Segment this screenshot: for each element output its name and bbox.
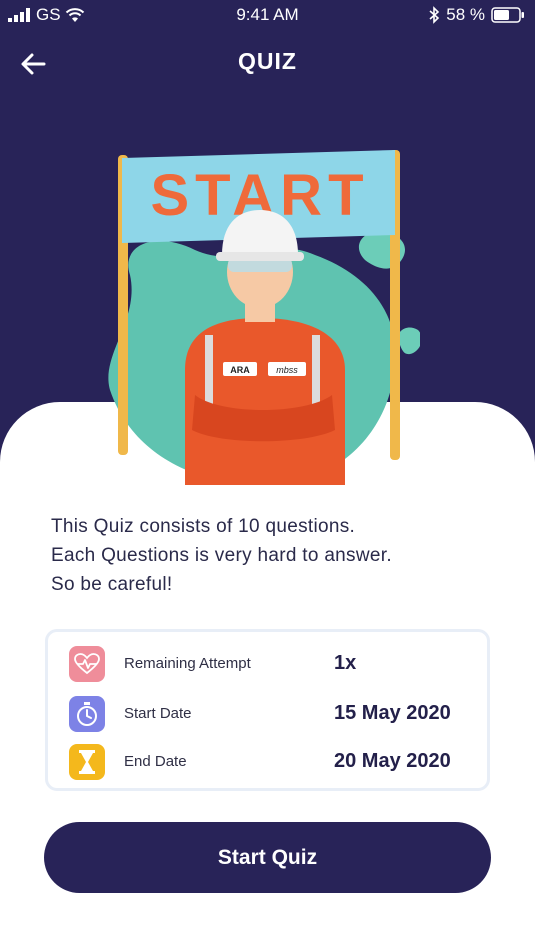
badge-left-text: ARA bbox=[230, 365, 250, 375]
end-date-value: 20 May 2020 bbox=[334, 750, 451, 772]
battery-percent: 58 % bbox=[446, 5, 485, 24]
battery-icon bbox=[491, 7, 524, 23]
start-banner-illustration: START ARA mbss bbox=[108, 150, 420, 485]
description-line: Each Questions is very hard to answer. bbox=[51, 545, 392, 566]
start-quiz-button[interactable]: Start Quiz bbox=[44, 822, 491, 893]
app-header: QUIZ bbox=[0, 40, 535, 84]
quiz-description: This Quiz consists of 10 questions. Each… bbox=[51, 512, 491, 599]
start-date-value: 15 May 2020 bbox=[334, 702, 451, 724]
bluetooth-icon bbox=[429, 6, 440, 24]
heart-pulse-icon bbox=[69, 646, 105, 682]
status-bar: GS 9:41 AM 58 % bbox=[0, 0, 535, 30]
remaining-attempt-row: Remaining Attempt 1x bbox=[48, 644, 488, 684]
remaining-attempt-value: 1x bbox=[334, 652, 357, 674]
end-date-label: End Date bbox=[124, 753, 187, 770]
description-line: So be careful! bbox=[51, 574, 173, 595]
start-date-label: Start Date bbox=[124, 705, 192, 722]
battery-group: 58 % bbox=[428, 5, 525, 25]
remaining-attempt-label: Remaining Attempt bbox=[124, 655, 251, 672]
description-line: This Quiz consists of 10 questions. bbox=[51, 516, 356, 537]
page-title: QUIZ bbox=[238, 48, 297, 74]
stopwatch-icon bbox=[69, 696, 105, 732]
start-date-row: Start Date 15 May 2020 bbox=[48, 694, 488, 734]
end-date-row: End Date 20 May 2020 bbox=[48, 742, 488, 782]
hourglass-icon bbox=[69, 744, 105, 780]
badge-right-text: mbss bbox=[276, 365, 298, 375]
quiz-info-card: Remaining Attempt 1x Start Date 15 May 2… bbox=[45, 629, 490, 791]
